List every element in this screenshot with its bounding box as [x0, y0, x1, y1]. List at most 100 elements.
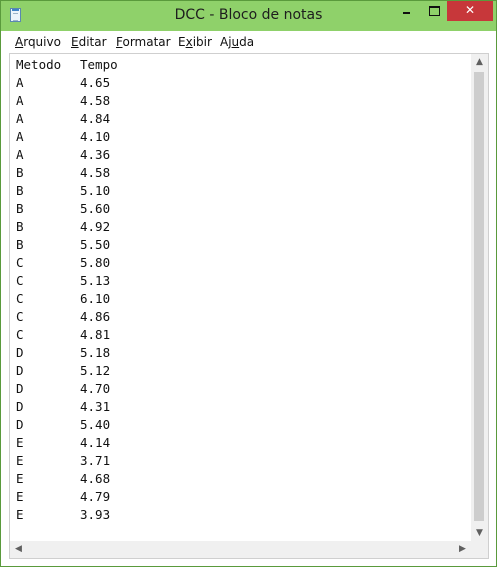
text-line: B 5.60: [16, 200, 468, 218]
tempo-cell: 4.84: [80, 111, 111, 126]
metodo-cell: A: [16, 111, 24, 126]
text-line: A 4.10: [16, 128, 468, 146]
metodo-cell: A: [16, 93, 24, 108]
metodo-cell: C: [16, 255, 24, 270]
metodo-cell: B: [16, 201, 24, 216]
text-line: B 5.50: [16, 236, 468, 254]
tempo-cell: 4.86: [80, 309, 111, 324]
scroll-left-icon[interactable]: ◀: [10, 544, 27, 554]
tempo-cell: 5.12: [80, 363, 111, 378]
tempo-cell: 4.68: [80, 471, 111, 486]
maximize-button[interactable]: [420, 1, 447, 21]
vertical-scrollbar[interactable]: ▲ ▼: [471, 54, 488, 541]
tempo-cell: 4.65: [80, 75, 111, 90]
menu-ajuda-mnemonic: u: [231, 35, 240, 49]
text-line: E 4.79: [16, 488, 468, 506]
minimize-button[interactable]: [392, 1, 420, 21]
text-line: B 4.92: [16, 218, 468, 236]
tempo-cell: 4.79: [80, 489, 111, 504]
metodo-cell: C: [16, 291, 24, 306]
metodo-cell: B: [16, 237, 24, 252]
tempo-cell: 5.18: [80, 345, 111, 360]
text-line: D 4.31: [16, 398, 468, 416]
menu-ajuda[interactable]: Ajuda: [220, 35, 254, 49]
text-line: B 5.10: [16, 182, 468, 200]
title-bar[interactable]: DCC - Bloco de notas ✕: [1, 1, 496, 31]
tempo-cell: 5.10: [80, 183, 111, 198]
menu-editar-mnemonic: E: [71, 35, 79, 49]
menu-editar-label: ditar: [78, 35, 107, 49]
metodo-cell: C: [16, 327, 24, 342]
tempo-cell: 5.60: [80, 201, 111, 216]
metodo-cell: C: [16, 273, 24, 288]
metodo-cell: D: [16, 417, 24, 432]
tempo-cell: 4.10: [80, 129, 111, 144]
tempo-cell: 4.31: [80, 399, 111, 414]
text-line: A 4.58: [16, 92, 468, 110]
scroll-down-icon[interactable]: ▼: [471, 528, 488, 538]
menu-arquivo-mnemonic: A: [15, 35, 24, 49]
maximize-icon: [429, 6, 440, 16]
text-line: E 3.71: [16, 452, 468, 470]
menu-formatar[interactable]: Formatar: [116, 35, 171, 49]
metodo-cell: B: [16, 183, 24, 198]
text-line: D 5.18: [16, 344, 468, 362]
tempo-cell: 4.70: [80, 381, 111, 396]
text-line: D 4.70: [16, 380, 468, 398]
tempo-cell: 4.14: [80, 435, 111, 450]
metodo-cell: C: [16, 309, 24, 324]
text-line: A 4.84: [16, 110, 468, 128]
tempo-cell: 6.10: [80, 291, 111, 306]
text-line: C 4.81: [16, 326, 468, 344]
metodo-cell: A: [16, 75, 24, 90]
menu-ajuda-label: da: [239, 35, 255, 49]
tempo-cell: 4.81: [80, 327, 111, 342]
metodo-cell: A: [16, 129, 24, 144]
text-line: E 4.68: [16, 470, 468, 488]
tempo-cell: 4.58: [80, 165, 111, 180]
metodo-cell: D: [16, 345, 24, 360]
scroll-corner: [471, 541, 488, 558]
text-content[interactable]: Metodo Tempo A 4.65 A 4.58 A 4.84 A 4.10 A 4.36 B 4.…: [16, 56, 468, 540]
menu-editar[interactable]: Editar: [71, 35, 107, 49]
header-line: Metodo Tempo: [16, 56, 468, 74]
scroll-up-icon[interactable]: ▲: [471, 57, 488, 67]
text-line: E 3.93: [16, 506, 468, 524]
menu-bar: Arquivo Editar Formatar Exibir Ajuda: [9, 31, 488, 54]
text-line: B 4.58: [16, 164, 468, 182]
menu-formatar-label: ormatar: [122, 35, 171, 49]
menu-exibir[interactable]: Exibir: [178, 35, 212, 49]
tempo-cell: 4.36: [80, 147, 111, 162]
tempo-cell: 5.50: [80, 237, 111, 252]
metodo-cell: E: [16, 435, 24, 450]
vertical-scroll-thumb[interactable]: [474, 72, 484, 521]
text-editor[interactable]: Metodo Tempo A 4.65 A 4.58 A 4.84 A 4.10 A 4.36 B 4.…: [9, 53, 489, 559]
text-line: C 6.10: [16, 290, 468, 308]
text-line: E 4.14: [16, 434, 468, 452]
text-line: A 4.65: [16, 74, 468, 92]
scroll-right-icon[interactable]: ▶: [454, 544, 471, 554]
text-line: D 5.12: [16, 362, 468, 380]
menu-arquivo[interactable]: Arquivo: [15, 35, 61, 49]
metodo-cell: E: [16, 471, 24, 486]
menu-exibir-label: ibir: [192, 35, 212, 49]
metodo-cell: E: [16, 507, 24, 522]
tempo-cell: 5.80: [80, 255, 111, 270]
close-button[interactable]: ✕: [447, 1, 493, 21]
metodo-cell: B: [16, 165, 24, 180]
metodo-cell: A: [16, 147, 24, 162]
menu-arquivo-label: rquivo: [23, 35, 61, 49]
header-tempo: Tempo: [80, 57, 118, 72]
menu-exibir-pre: E: [178, 35, 186, 49]
notepad-window: DCC - Bloco de notas ✕ Arquivo Editar Fo…: [0, 0, 497, 567]
tempo-cell: 5.13: [80, 273, 111, 288]
tempo-cell: 3.71: [80, 453, 111, 468]
metodo-cell: E: [16, 489, 24, 504]
horizontal-scrollbar[interactable]: ◀ ▶: [10, 541, 471, 558]
tempo-cell: 5.40: [80, 417, 111, 432]
tempo-cell: 4.58: [80, 93, 111, 108]
text-line: D 5.40: [16, 416, 468, 434]
minimize-icon: [403, 12, 410, 14]
metodo-cell: D: [16, 399, 24, 414]
tempo-cell: 3.93: [80, 507, 111, 522]
